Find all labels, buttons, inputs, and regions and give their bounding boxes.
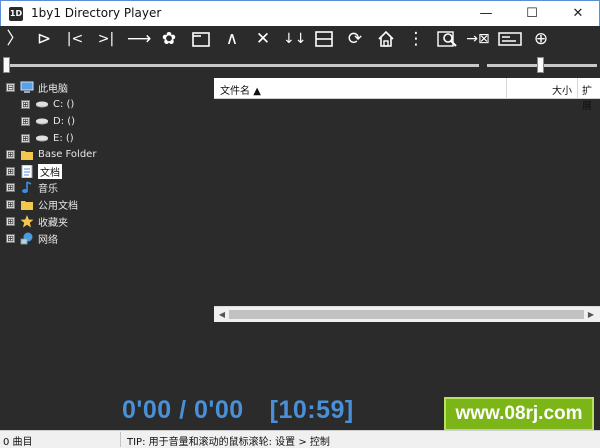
- search-file-icon[interactable]: [436, 28, 458, 50]
- remaining-time: [10:59]: [269, 396, 354, 424]
- column-divider[interactable]: [577, 78, 578, 99]
- seek-slider-thumb[interactable]: [3, 57, 10, 73]
- expand-toggle-icon[interactable]: ⊞: [6, 199, 15, 209]
- tree-item-favorites[interactable]: ⊞ 收藏夹: [6, 213, 68, 229]
- expand-toggle-icon[interactable]: ⊞: [21, 99, 30, 109]
- tree-item-base-folder[interactable]: ⊞ Base Folder: [6, 146, 96, 162]
- repeat-icon[interactable]: ⟳: [344, 28, 366, 50]
- volume-slider-thumb[interactable]: [537, 57, 544, 73]
- scrollbar-thumb[interactable]: [229, 310, 584, 319]
- file-list-header: 文件名 ▲ 大小 扩展: [214, 78, 600, 112]
- toolbar: 〉 ⊳ |< >| ⟶ ✿ ∧ ✕ ↓↓ ⟳ ⋮ →⊠ ⊕: [0, 26, 600, 53]
- tree-item-label: 网络: [38, 234, 58, 246]
- tree-item-public-documents[interactable]: ⊞ 公用文档: [6, 196, 78, 212]
- sort-icon[interactable]: ↓↓: [283, 28, 306, 50]
- tree-item-label: 此电脑: [38, 83, 68, 95]
- expand-toggle-icon[interactable]: ⊞: [6, 149, 15, 159]
- folder-icon: [21, 150, 33, 160]
- document-icon: [21, 164, 33, 178]
- collapse-icon[interactable]: ∧: [221, 28, 243, 50]
- expand-toggle-icon[interactable]: ⊞: [21, 116, 30, 126]
- settings-icon[interactable]: ✿: [158, 28, 180, 50]
- tree-item-drive-d[interactable]: ⊞ D: (): [21, 113, 75, 129]
- skip-icon[interactable]: ⟶: [127, 28, 151, 50]
- file-list: 文件名 ▲ 大小 扩展 ◀ ▶: [214, 78, 600, 322]
- computer-icon: [20, 81, 34, 93]
- tree-item-label: 收藏夹: [38, 217, 68, 229]
- tree-item-label: Base Folder: [38, 148, 97, 160]
- expand-toggle-icon[interactable]: ⊞: [6, 233, 15, 243]
- star-icon: [20, 214, 34, 227]
- app-logo-icon: 1D: [9, 7, 23, 21]
- elapsed-time: 0'00 / 0'00: [122, 396, 244, 424]
- status-divider: [120, 432, 121, 447]
- title-bar: 1D 1by1 Directory Player — ☐ ✕: [0, 0, 600, 26]
- tree-item-music[interactable]: ⊞ 音乐: [6, 179, 58, 195]
- drive-icon: [36, 135, 48, 141]
- playlist-view-icon[interactable]: [190, 28, 212, 50]
- tree-item-label: D: (): [53, 115, 76, 127]
- tree-item-label-selected: 文档: [38, 163, 62, 179]
- tree-item-label: E: (): [53, 132, 74, 144]
- collapse-toggle-icon[interactable]: ⊟: [6, 82, 15, 92]
- tree-item-label: 公用文档: [38, 200, 78, 212]
- more-menu-icon[interactable]: ⋮: [405, 28, 427, 50]
- scroll-left-icon[interactable]: ◀: [216, 307, 228, 322]
- stop-icon[interactable]: ✕: [252, 28, 274, 50]
- column-divider[interactable]: [506, 78, 507, 99]
- network-icon: [20, 232, 33, 244]
- maximize-button[interactable]: ☐: [509, 1, 555, 27]
- folder-tree: ⊟ 此电脑 ⊞ C: () ⊞ D: () ⊞ E: () ⊞ Base Fol…: [0, 76, 212, 394]
- close-window-button[interactable]: ✕: [555, 1, 600, 27]
- folder-icon: [21, 200, 33, 210]
- tree-item-drive-e[interactable]: ⊞ E: (): [21, 130, 74, 146]
- remove-file-icon[interactable]: →⊠: [465, 28, 491, 50]
- track-count: 0 曲目: [3, 437, 33, 448]
- column-header-filename[interactable]: 文件名 ▲: [220, 82, 261, 97]
- expand-toggle-icon[interactable]: ⊞: [6, 166, 15, 176]
- column-header-extension[interactable]: 扩展: [582, 82, 600, 112]
- seek-track[interactable]: [4, 64, 479, 67]
- tree-item-label: 音乐: [38, 183, 58, 195]
- expand-toggle-icon[interactable]: ⊞: [21, 133, 30, 143]
- status-bar: 0 曲目 TIP: 用于音量和滚动的鼠标滚轮: 设置 > 控制: [0, 430, 600, 448]
- expand-toggle-icon[interactable]: ⊞: [6, 216, 15, 226]
- drive-icon: [36, 101, 48, 107]
- tree-item-network[interactable]: ⊞ 网络: [6, 230, 58, 246]
- tree-item-documents[interactable]: ⊞ 文档: [6, 163, 62, 179]
- tag-editor-icon[interactable]: [497, 28, 523, 50]
- time-display: 0'00 / 0'00 [10:59]: [122, 396, 354, 425]
- minimize-button[interactable]: —: [463, 1, 509, 27]
- tree-item-drive-c[interactable]: ⊞ C: (): [21, 96, 74, 112]
- play-directory-icon[interactable]: ⊳: [33, 28, 55, 50]
- scroll-right-icon[interactable]: ▶: [585, 307, 597, 322]
- music-note-icon: [22, 180, 32, 193]
- column-header-size[interactable]: 大小: [552, 82, 572, 97]
- home-icon[interactable]: [375, 28, 397, 50]
- seek-bar-area: [0, 53, 600, 76]
- add-icon[interactable]: ⊕: [530, 28, 552, 50]
- site-watermark: www.08rj.com: [444, 397, 594, 431]
- sort-ascending-icon: ▲: [253, 86, 261, 97]
- tree-item-label: C: (): [53, 98, 75, 110]
- play-icon[interactable]: 〉: [4, 28, 26, 50]
- status-tip: TIP: 用于音量和滚动的鼠标滚轮: 设置 > 控制: [127, 437, 330, 448]
- tree-item-this-pc[interactable]: ⊟ 此电脑: [6, 79, 68, 95]
- drive-icon: [36, 118, 48, 124]
- split-view-icon[interactable]: [313, 28, 335, 50]
- previous-icon[interactable]: |<: [64, 28, 86, 50]
- expand-toggle-icon[interactable]: ⊞: [6, 182, 15, 192]
- window-title: 1by1 Directory Player: [31, 6, 162, 20]
- next-icon[interactable]: >|: [95, 28, 117, 50]
- horizontal-scrollbar[interactable]: ◀ ▶: [214, 306, 600, 322]
